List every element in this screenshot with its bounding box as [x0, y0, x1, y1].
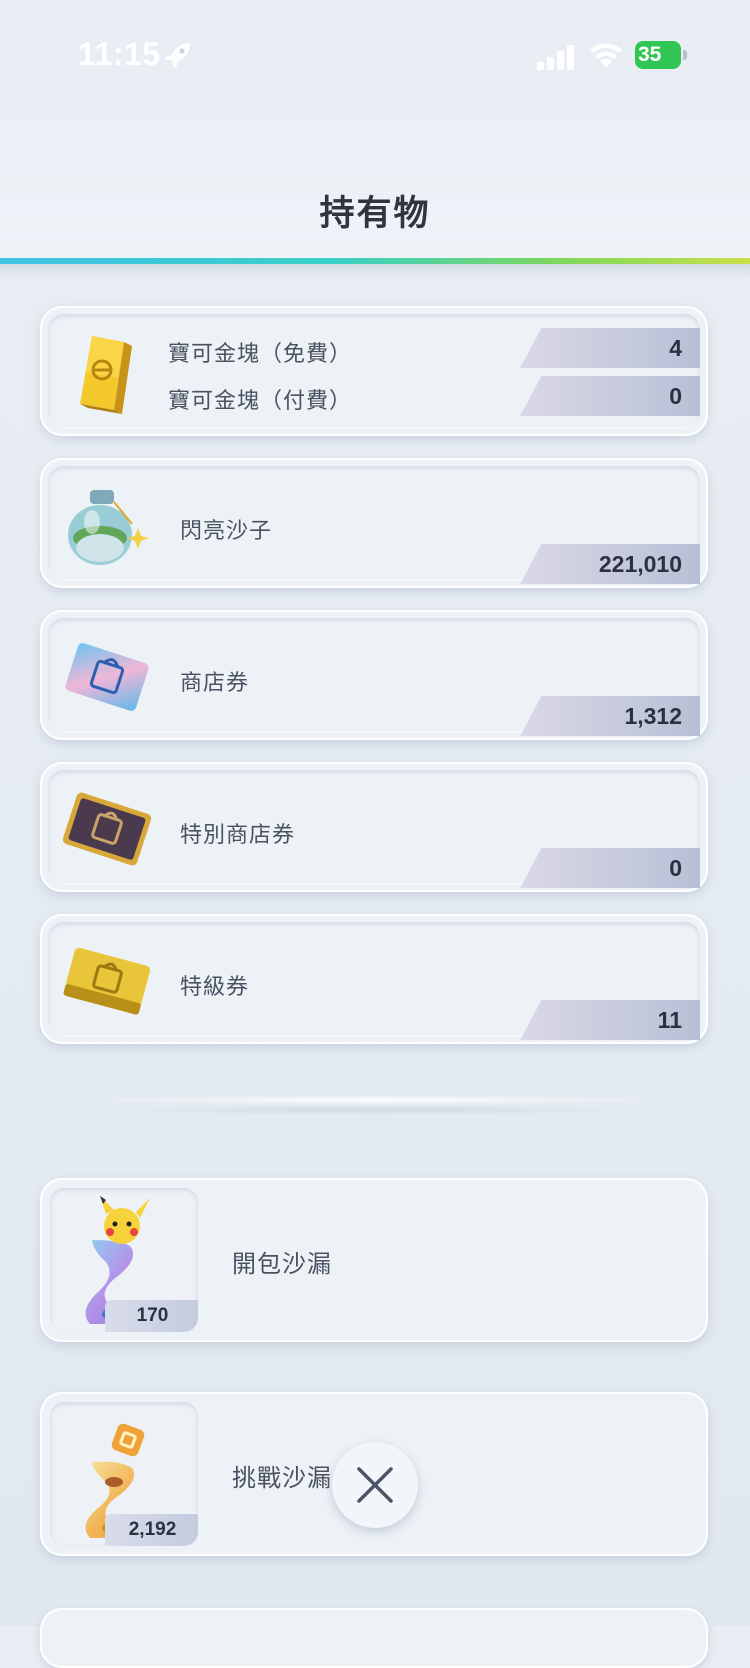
close-button[interactable] — [332, 1442, 418, 1528]
status-time: 11:15 — [78, 36, 161, 72]
shiny-sand-icon — [68, 490, 149, 565]
item-card-special-shop-ticket: 特別商店券 0 — [40, 762, 708, 892]
battery-icon: 35 — [635, 41, 687, 71]
close-icon — [357, 1467, 393, 1503]
gold-bar-icon — [80, 336, 132, 414]
signal-icon — [537, 45, 574, 70]
section-divider — [80, 1095, 670, 1105]
item-card-shiny-sand: 閃亮沙子 221,010 — [40, 458, 708, 588]
item-label-poke-gold-paid: 寶可金塊（付費） — [168, 389, 353, 414]
pack-hourglass-thumbnail: 170 — [50, 1188, 198, 1332]
status-bar: 11:15 35 — [0, 0, 750, 110]
special-shop-ticket-icon — [62, 792, 152, 866]
page-title: 持有物 — [319, 194, 431, 234]
item-count-shop-ticket: 1,312 — [520, 696, 700, 736]
item-label-special-shop-ticket: 特別商店券 — [180, 823, 296, 848]
item-count-special-shop-ticket: 0 — [520, 848, 700, 888]
challenge-hourglass-thumbnail: 2,192 — [50, 1402, 198, 1546]
item-count-shiny-sand: 221,010 — [520, 544, 700, 584]
premium-ticket-icon — [63, 947, 151, 1015]
item-count-poke-gold-free: 4 — [520, 328, 700, 368]
hourglass-card-pack[interactable]: 170 開包沙漏 — [40, 1178, 708, 1342]
item-count-premium-ticket: 11 — [520, 1000, 700, 1040]
pack-hourglass-label: 開包沙漏 — [232, 1250, 332, 1278]
challenge-hourglass-label: 挑戰沙漏 — [232, 1464, 332, 1492]
page-header: 持有物 — [0, 110, 750, 258]
wifi-icon — [590, 43, 622, 68]
hourglass-card-partial[interactable] — [40, 1608, 708, 1668]
challenge-hourglass-count: 2,192 — [105, 1514, 198, 1546]
item-label-shiny-sand: 閃亮沙子 — [180, 519, 273, 544]
item-card-premium-ticket: 特級券 11 — [40, 914, 708, 1044]
item-card-poke-gold: 寶可金塊（免費） 寶可金塊（付費） 4 0 — [40, 306, 708, 436]
pack-hourglass-count: 170 — [105, 1300, 198, 1332]
item-count-poke-gold-paid: 0 — [520, 376, 700, 416]
shop-ticket-icon — [65, 643, 149, 711]
item-label-premium-ticket: 特級券 — [180, 975, 250, 1000]
item-label-shop-ticket: 商店券 — [180, 671, 250, 696]
item-label-poke-gold-free: 寶可金塊（免費） — [168, 342, 353, 367]
battery-level: 35 — [635, 41, 681, 69]
item-card-shop-ticket: 商店券 1,312 — [40, 610, 708, 740]
rocket-icon — [165, 43, 190, 68]
